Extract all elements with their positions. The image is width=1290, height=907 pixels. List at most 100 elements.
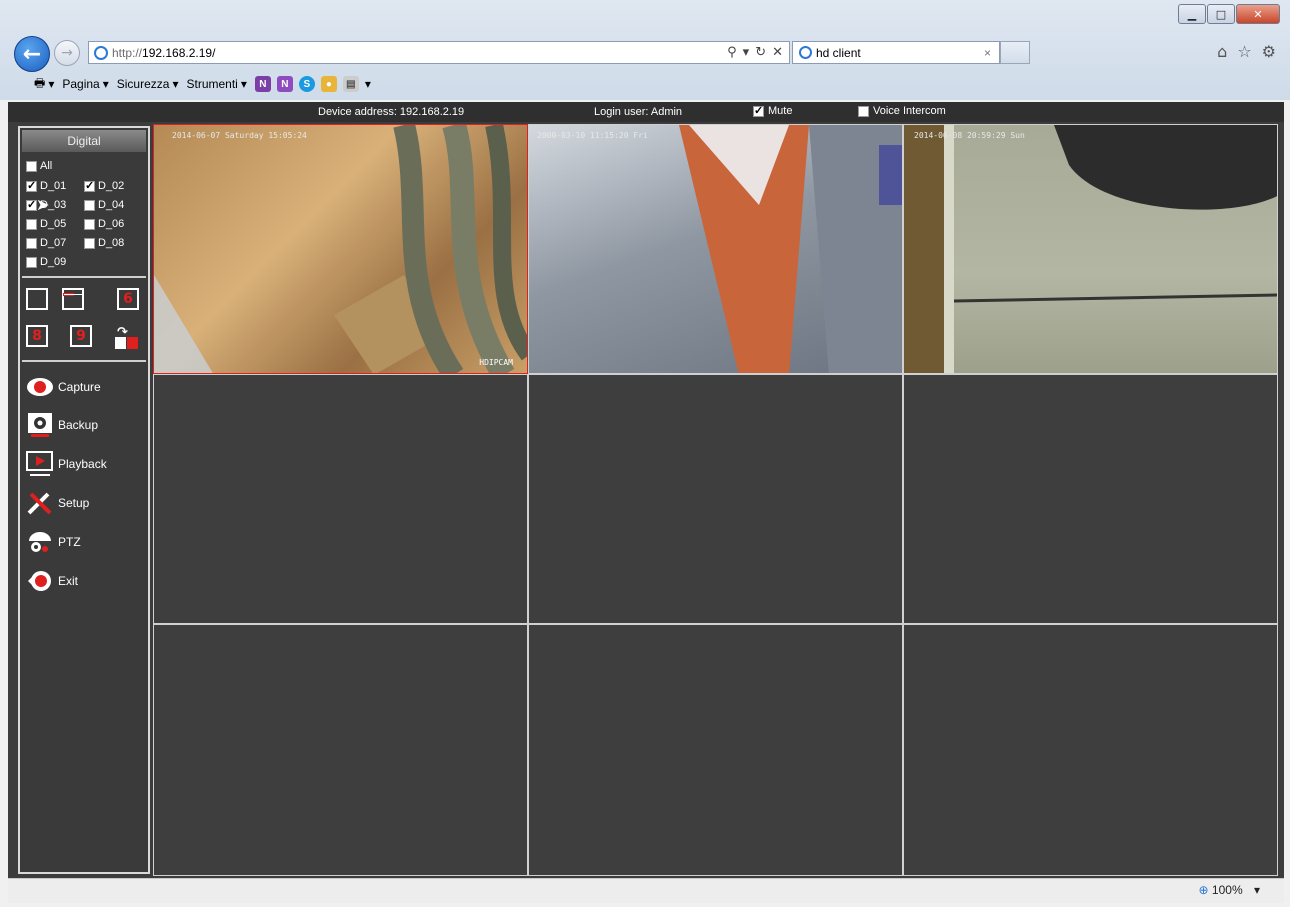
video-cell-6[interactable] bbox=[903, 374, 1278, 624]
camera-icon bbox=[26, 374, 54, 400]
back-button[interactable]: ← bbox=[14, 36, 50, 72]
refresh-icon[interactable]: ↻ bbox=[755, 45, 766, 60]
forward-button[interactable]: → bbox=[54, 40, 80, 66]
video-cell-7[interactable] bbox=[153, 624, 528, 876]
video-cell-1[interactable]: 2014-06-07 Saturday 15:05:24 HDIPCAM bbox=[153, 124, 528, 374]
channels-header[interactable]: Digital bbox=[22, 130, 146, 152]
channel-label: D_08 bbox=[98, 237, 125, 249]
channel-item[interactable]: D_08 bbox=[84, 237, 124, 249]
mute-toggle[interactable]: Mute bbox=[753, 104, 792, 117]
video-grid: 2014-06-07 Saturday 15:05:24 HDIPCAM 200… bbox=[153, 124, 1278, 876]
channel-checkbox[interactable] bbox=[84, 199, 95, 211]
video-timestamp: 2000-03-10 11:15:20 Fri bbox=[537, 131, 648, 140]
layout-4-button[interactable] bbox=[62, 288, 84, 310]
playback-label: Playback bbox=[58, 457, 107, 471]
channel-item[interactable]: D_09 bbox=[26, 256, 66, 268]
channel-checkbox[interactable] bbox=[26, 179, 37, 192]
channel-item[interactable]: D_07 bbox=[26, 237, 66, 249]
minimize-button[interactable]: ▁ bbox=[1178, 4, 1206, 24]
onenote-icon[interactable]: N bbox=[254, 76, 271, 92]
video-cell-9[interactable] bbox=[903, 624, 1278, 876]
video-cell-8[interactable] bbox=[528, 624, 903, 876]
channel-checkbox[interactable] bbox=[84, 218, 95, 230]
device-address: Device address: 192.168.2.19 bbox=[318, 106, 465, 118]
channel-all[interactable]: All bbox=[26, 160, 52, 172]
channel-checkbox[interactable] bbox=[26, 218, 37, 230]
video-cell-5[interactable] bbox=[528, 374, 903, 624]
close-window-button[interactable]: ✕ bbox=[1236, 4, 1280, 24]
channel-item[interactable]: D_05 bbox=[26, 218, 66, 230]
browser-tab[interactable]: hd client × bbox=[792, 41, 1000, 64]
capture-label: Capture bbox=[58, 380, 101, 394]
address-bar[interactable]: http://192.168.2.19/ ⚲ ▾ ↻ ✕ bbox=[88, 41, 790, 64]
tab-close-icon[interactable]: × bbox=[984, 46, 991, 60]
skype-icon[interactable]: S bbox=[298, 76, 315, 92]
layout-1-button[interactable] bbox=[26, 288, 48, 310]
channel-label: D_01 bbox=[40, 180, 67, 192]
addon-icon[interactable]: ● bbox=[320, 76, 337, 92]
command-bar: 🖶 ▾ Pagina ▾ Sicurezza ▾ Strumenti ▾ N N… bbox=[0, 70, 1290, 98]
backup-button[interactable]: Backup bbox=[26, 412, 98, 438]
video-cell-3[interactable]: 2014-06-08 20:59:29 Sun bbox=[903, 124, 1278, 374]
print-button[interactable]: 🖶 ▾ bbox=[34, 74, 54, 95]
window-controls: ▁ □ ✕ bbox=[1177, 4, 1280, 24]
compat-view-icon[interactable]: ▤ bbox=[342, 76, 359, 92]
video-cell-4[interactable] bbox=[153, 374, 528, 624]
playback-monitor-icon bbox=[26, 451, 54, 477]
video-watermark: HDIPCAM bbox=[479, 358, 513, 367]
voice-intercom-checkbox[interactable] bbox=[858, 105, 869, 117]
switch-layout-button[interactable]: ↷ bbox=[113, 325, 141, 351]
channel-label: D_09 bbox=[40, 256, 67, 268]
tools-menu[interactable]: Strumenti ▾ bbox=[186, 77, 246, 91]
gear-icon[interactable]: ⚙ bbox=[1262, 42, 1276, 61]
setup-button[interactable]: Setup bbox=[26, 490, 89, 516]
security-menu[interactable]: Sicurezza ▾ bbox=[117, 77, 179, 91]
channel-checkbox[interactable] bbox=[26, 237, 37, 249]
layout-9-button[interactable]: 9 bbox=[70, 325, 92, 347]
url-prefix: http:// bbox=[112, 45, 143, 60]
ptz-camera-icon bbox=[26, 529, 54, 555]
stop-icon[interactable]: ✕ bbox=[772, 45, 783, 60]
mouse-cursor-icon: ➤ bbox=[36, 195, 50, 214]
backup-label: Backup bbox=[58, 418, 99, 432]
onenote-send-icon[interactable]: N bbox=[276, 76, 293, 92]
exit-button[interactable]: Exit bbox=[26, 568, 78, 594]
channel-item[interactable]: D_02 bbox=[84, 179, 124, 192]
favorites-star-icon[interactable]: ☆ bbox=[1237, 42, 1251, 61]
channel-checkbox[interactable] bbox=[84, 179, 95, 192]
layout-8-button[interactable]: 8 bbox=[26, 325, 48, 347]
tools-icon bbox=[26, 490, 54, 516]
exit-label: Exit bbox=[58, 574, 79, 588]
video-frame-1 bbox=[154, 125, 527, 373]
page-menu[interactable]: Pagina ▾ bbox=[62, 77, 108, 91]
channel-checkbox[interactable] bbox=[84, 237, 95, 249]
mute-checkbox[interactable] bbox=[753, 104, 764, 117]
ptz-button[interactable]: PTZ bbox=[26, 529, 81, 555]
dropdown-icon[interactable]: ▾ bbox=[743, 45, 750, 60]
page-menu-label: Pagina bbox=[62, 77, 100, 91]
voice-intercom-toggle[interactable]: Voice Intercom bbox=[858, 105, 946, 117]
browser-status-bar bbox=[8, 878, 1284, 903]
ie-page-icon bbox=[94, 45, 108, 60]
playback-button[interactable]: Playback bbox=[26, 451, 107, 477]
video-timestamp: 2014-06-08 20:59:29 Sun bbox=[914, 131, 1025, 140]
zoom-control[interactable]: ⊕ 100% ▾ bbox=[1199, 883, 1260, 897]
search-icon[interactable]: ⚲ bbox=[727, 45, 737, 60]
video-frame-3 bbox=[904, 125, 1277, 373]
capture-button[interactable]: Capture bbox=[26, 374, 101, 400]
video-cell-2[interactable]: 2000-03-10 11:15:20 Fri bbox=[528, 124, 903, 374]
home-icon[interactable]: ⌂ bbox=[1217, 42, 1227, 61]
ptz-label: PTZ bbox=[58, 535, 81, 549]
all-checkbox[interactable] bbox=[26, 160, 37, 172]
channel-item[interactable]: D_04 bbox=[84, 199, 124, 211]
new-tab-button[interactable] bbox=[1000, 41, 1030, 64]
layout-6-button[interactable]: 6 bbox=[117, 288, 139, 310]
channel-item[interactable]: D_06 bbox=[84, 218, 124, 230]
channel-label: D_04 bbox=[98, 199, 125, 211]
channel-checkbox[interactable] bbox=[26, 256, 37, 268]
arrow-left-icon: ← bbox=[22, 41, 42, 67]
maximize-button[interactable]: □ bbox=[1207, 4, 1235, 24]
ie-tab-icon bbox=[799, 46, 812, 59]
channel-item[interactable]: D_01 bbox=[26, 179, 67, 192]
divider bbox=[22, 276, 146, 278]
